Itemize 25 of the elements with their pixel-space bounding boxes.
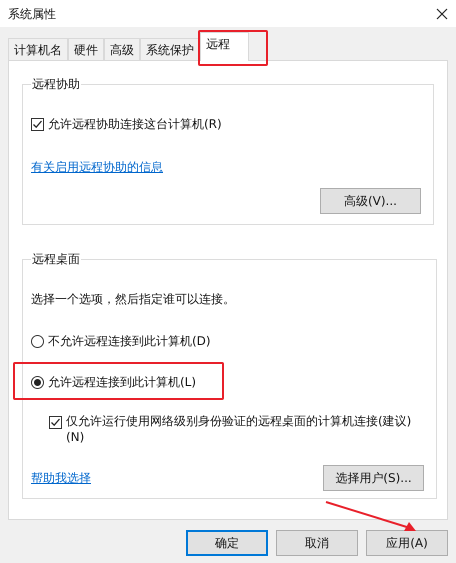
tab[interactable]: 系统保护	[140, 38, 200, 60]
group-title: 远程协助	[31, 76, 81, 93]
dialog-button[interactable]: 确定	[186, 530, 268, 556]
dialog-button[interactable]: 取消	[276, 530, 358, 556]
close-icon[interactable]	[436, 8, 448, 20]
checkbox[interactable]	[49, 416, 62, 429]
instruction-text: 选择一个选项，然后指定谁可以连接。	[31, 291, 236, 308]
group-title: 远程桌面	[31, 251, 81, 268]
info-link[interactable]: 有关启用远程协助的信息	[31, 160, 163, 174]
help-link[interactable]: 帮助我选择	[31, 469, 91, 487]
radio-label: 允许远程连接到此计算机(L)	[48, 374, 196, 391]
radio-label: 不允许远程连接到此计算机(D)	[48, 333, 211, 350]
tab[interactable]: 远程	[200, 32, 249, 61]
checkbox-label: 仅允许运行使用网络级别身份验证的远程桌面的计算机连接(建议)(N)	[66, 413, 412, 445]
tab[interactable]: 高级	[104, 38, 140, 60]
advanced-button[interactable]: 高级(V)...	[320, 188, 421, 214]
window-title: 系统属性	[8, 6, 56, 22]
dialog-button[interactable]: 应用(A)	[366, 530, 448, 556]
checkbox-label: 允许远程协助连接这台计算机(R)	[48, 116, 222, 133]
checkbox[interactable]	[31, 118, 44, 130]
tab[interactable]: 硬件	[68, 38, 104, 60]
radio-button[interactable]	[31, 334, 44, 348]
radio-button[interactable]	[31, 376, 44, 388]
select-users-button[interactable]: 选择用户(S)...	[323, 465, 424, 491]
tab[interactable]: 计算机名	[8, 38, 68, 60]
